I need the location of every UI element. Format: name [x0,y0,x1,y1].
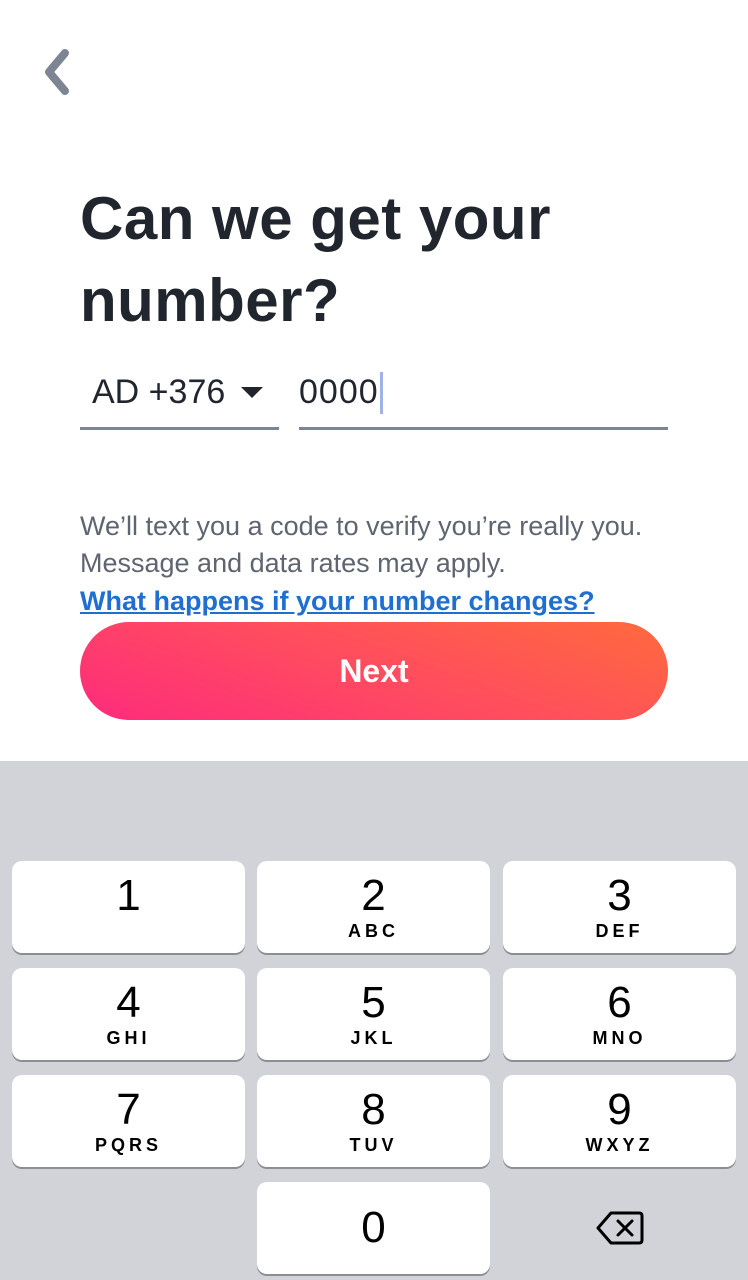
keypad-key-7[interactable]: 7 PQRS [12,1075,245,1167]
caret-down-icon [241,387,264,398]
keypad-key-3[interactable]: 3 DEF [503,861,736,953]
chevron-left-icon [45,49,69,95]
number-change-help-link[interactable]: What happens if your number changes? [80,583,595,619]
page-title: Can we get your number? [80,185,551,334]
key-digit: 7 [116,1085,141,1134]
sms-disclaimer: We’ll text you a code to verify you’re r… [80,511,643,578]
numeric-keypad: 1 2 ABC 3 DEF 4 GHI 5 JKL 6 MNO 7 PQRS 8 [0,761,748,1280]
phone-number-screen: Can we get your number? AD +376 0000 We’… [0,0,748,1280]
key-digit: 9 [607,1085,632,1134]
keypad-key-8[interactable]: 8 TUV [257,1075,490,1167]
key-digit: 0 [361,1203,386,1252]
key-letters: MNO [592,1028,647,1048]
keypad-key-4[interactable]: 4 GHI [12,968,245,1060]
key-digit: 4 [116,978,141,1027]
key-digit: 3 [607,871,632,920]
keypad-key-6[interactable]: 6 MNO [503,968,736,1060]
backspace-icon [596,1211,643,1245]
next-button[interactable]: Next [80,622,668,720]
phone-number-value: 0000 [299,373,379,411]
key-letters: DEF [595,921,644,941]
key-digit: 2 [361,871,386,920]
country-code-value: AD +376 [92,373,226,411]
key-letters: ABC [348,921,399,941]
back-button[interactable] [28,40,84,104]
phone-number-input[interactable]: 0000 [299,358,668,430]
key-letters: WXYZ [585,1135,654,1155]
keypad-key-2[interactable]: 2 ABC [257,861,490,953]
country-code-select[interactable]: AD +376 [80,358,279,430]
keypad-key-5[interactable]: 5 JKL [257,968,490,1060]
key-digit: 5 [361,978,386,1027]
key-letters: JKL [350,1028,397,1048]
delete-key[interactable] [503,1182,736,1274]
text-cursor [379,371,383,414]
key-letters: TUV [349,1135,398,1155]
key-digit: 1 [116,871,141,920]
key-digit: 8 [361,1085,386,1134]
key-letters: GHI [106,1028,151,1048]
keypad-key-1[interactable]: 1 [12,861,245,953]
keypad-key-9[interactable]: 9 WXYZ [503,1075,736,1167]
keypad-key-0[interactable]: 0 [257,1182,490,1274]
key-letters: PQRS [94,1135,162,1155]
key-digit: 6 [607,978,632,1027]
